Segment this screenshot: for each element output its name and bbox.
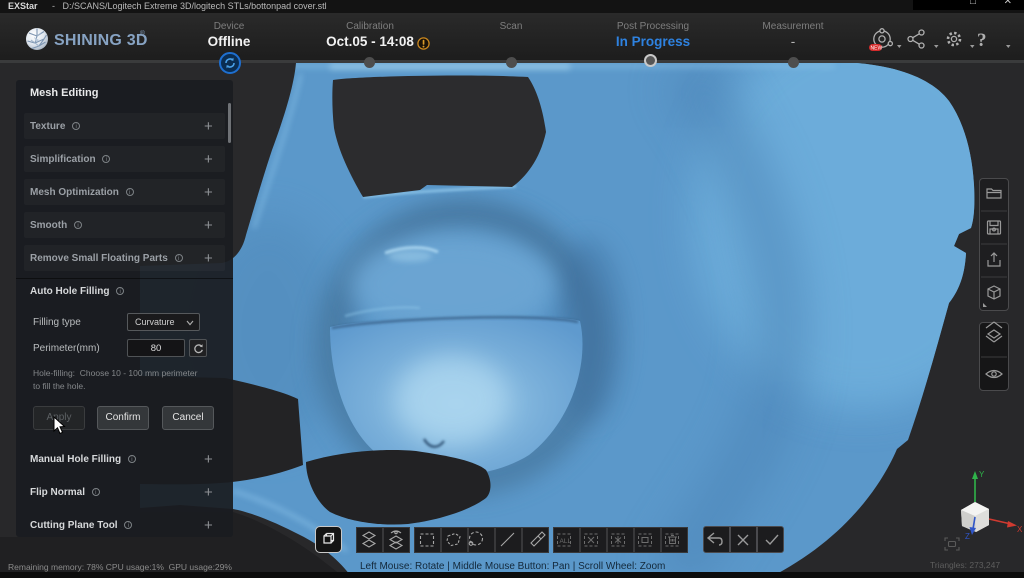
svg-text:NEW: NEW — [871, 46, 883, 52]
svg-text:SHINING 3D: SHINING 3D — [54, 32, 148, 49]
svg-text:X: X — [1017, 525, 1023, 534]
svg-text:Y: Y — [979, 470, 985, 479]
svg-text:®: ® — [140, 29, 145, 37]
svg-text:Z: Z — [965, 532, 970, 541]
svg-text:?: ? — [977, 30, 987, 51]
svg-text:ALL: ALL — [560, 538, 572, 545]
